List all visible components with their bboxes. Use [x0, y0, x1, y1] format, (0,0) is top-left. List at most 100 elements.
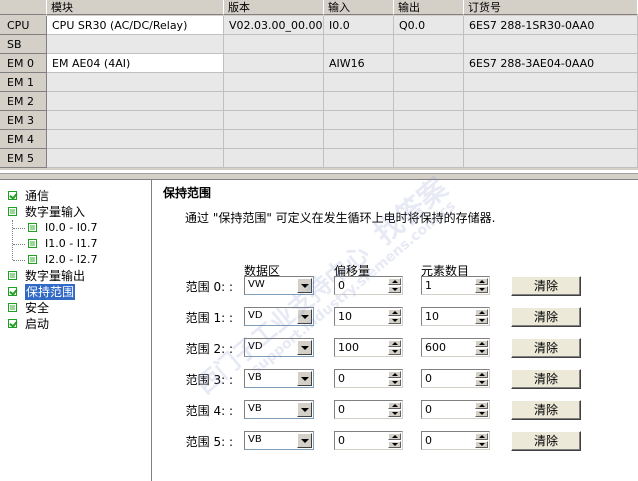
element-count-spinner[interactable]: 0: [421, 431, 490, 450]
header-output[interactable]: 输出: [394, 0, 464, 15]
cell-output[interactable]: [394, 73, 464, 92]
data-area-select[interactable]: VW: [244, 276, 314, 295]
table-row[interactable]: EM 5: [0, 149, 638, 168]
row-slot-label[interactable]: EM 3: [0, 111, 47, 130]
spin-down-icon[interactable]: [475, 410, 488, 417]
spin-down-icon[interactable]: [475, 348, 488, 355]
spin-up-icon[interactable]: [475, 402, 488, 409]
data-area-select[interactable]: VD: [244, 307, 314, 326]
cell-input[interactable]: [324, 111, 394, 130]
row-slot-label[interactable]: SB: [0, 35, 47, 54]
dropdown-arrow-icon[interactable]: [297, 371, 312, 386]
header-order-number[interactable]: 订货号: [464, 0, 638, 15]
spin-up-icon[interactable]: [475, 278, 488, 285]
clear-button[interactable]: 清除: [511, 338, 581, 358]
cell-order-number[interactable]: [464, 149, 638, 168]
cell-version[interactable]: [224, 35, 324, 54]
cell-order-number[interactable]: [464, 92, 638, 111]
cell-input[interactable]: AIW16: [324, 54, 394, 73]
dropdown-arrow-icon[interactable]: [297, 309, 312, 324]
element-count-spinner[interactable]: 10: [421, 307, 490, 326]
table-row[interactable]: EM 1: [0, 73, 638, 92]
cell-order-number[interactable]: 6ES7 288-1SR30-0AA0: [464, 16, 638, 35]
cell-module[interactable]: [47, 35, 224, 54]
spin-down-icon[interactable]: [388, 317, 401, 324]
element-count-spinner-value[interactable]: 10: [425, 310, 439, 323]
cell-version[interactable]: [224, 149, 324, 168]
clear-button[interactable]: 清除: [511, 276, 581, 296]
spin-up-icon[interactable]: [388, 371, 401, 378]
element-count-spinner-value[interactable]: 1: [425, 279, 432, 292]
cell-input[interactable]: [324, 92, 394, 111]
cell-order-number[interactable]: [464, 111, 638, 130]
spin-down-icon[interactable]: [475, 379, 488, 386]
offset-spinner-value[interactable]: 10: [338, 310, 352, 323]
dropdown-arrow-icon[interactable]: [297, 340, 312, 355]
element-count-spinner-value[interactable]: 0: [425, 403, 432, 416]
cell-order-number[interactable]: [464, 73, 638, 92]
offset-spinner-value[interactable]: 0: [338, 372, 345, 385]
cell-version[interactable]: [224, 92, 324, 111]
spin-up-icon[interactable]: [388, 278, 401, 285]
spin-up-icon[interactable]: [475, 340, 488, 347]
element-count-spinner[interactable]: 0: [421, 400, 490, 419]
offset-spinner[interactable]: 0: [334, 276, 403, 295]
table-row[interactable]: EM 4: [0, 130, 638, 149]
spin-down-icon[interactable]: [388, 441, 401, 448]
cell-output[interactable]: [394, 111, 464, 130]
offset-spinner[interactable]: 0: [334, 369, 403, 388]
data-area-select[interactable]: VD: [244, 338, 314, 357]
element-count-spinner-value[interactable]: 0: [425, 434, 432, 447]
cell-output[interactable]: [394, 92, 464, 111]
clear-button[interactable]: 清除: [511, 400, 581, 420]
spin-up-icon[interactable]: [475, 309, 488, 316]
spin-up-icon[interactable]: [475, 433, 488, 440]
offset-spinner[interactable]: 100: [334, 338, 403, 357]
spin-up-icon[interactable]: [388, 433, 401, 440]
element-count-spinner-value[interactable]: 600: [425, 341, 446, 354]
table-row[interactable]: EM 0 EM AE04 (4AI) AIW16 6ES7 288-3AE04-0AA…: [0, 54, 638, 73]
header-version[interactable]: 版本: [224, 0, 324, 15]
cell-module[interactable]: [47, 130, 224, 149]
cell-version[interactable]: [224, 130, 324, 149]
clear-button[interactable]: 清除: [511, 369, 581, 389]
offset-spinner-value[interactable]: 0: [338, 434, 345, 447]
cell-order-number[interactable]: [464, 130, 638, 149]
row-slot-label[interactable]: CPU: [0, 16, 47, 35]
cell-input[interactable]: [324, 149, 394, 168]
cell-output[interactable]: [394, 149, 464, 168]
row-slot-label[interactable]: EM 4: [0, 130, 47, 149]
cell-output[interactable]: [394, 130, 464, 149]
row-slot-label[interactable]: EM 0: [0, 54, 47, 73]
dropdown-arrow-icon[interactable]: [297, 402, 312, 417]
spin-down-icon[interactable]: [388, 379, 401, 386]
element-count-spinner-value[interactable]: 0: [425, 372, 432, 385]
cell-version[interactable]: [224, 73, 324, 92]
cell-module[interactable]: [47, 92, 224, 111]
table-row[interactable]: SB: [0, 35, 638, 54]
header-input[interactable]: 输入: [324, 0, 394, 15]
cell-output[interactable]: [394, 54, 464, 73]
spin-down-icon[interactable]: [388, 410, 401, 417]
cell-input[interactable]: [324, 130, 394, 149]
cell-module[interactable]: EM AE04 (4AI): [47, 54, 224, 73]
header-module[interactable]: 模块: [47, 0, 224, 15]
spin-up-icon[interactable]: [388, 309, 401, 316]
splitter[interactable]: [0, 173, 638, 180]
offset-spinner-value[interactable]: 0: [338, 403, 345, 416]
cell-module[interactable]: [47, 111, 224, 130]
offset-spinner[interactable]: 10: [334, 307, 403, 326]
cell-output[interactable]: Q0.0: [394, 16, 464, 35]
clear-button[interactable]: 清除: [511, 431, 581, 451]
row-slot-label[interactable]: EM 2: [0, 92, 47, 111]
element-count-spinner[interactable]: 1: [421, 276, 490, 295]
spin-down-icon[interactable]: [388, 286, 401, 293]
cell-version[interactable]: V02.03.00_00.00...: [224, 16, 324, 35]
data-area-select[interactable]: VB: [244, 431, 314, 450]
dropdown-arrow-icon[interactable]: [297, 278, 312, 293]
offset-spinner[interactable]: 0: [334, 400, 403, 419]
element-count-spinner[interactable]: 0: [421, 369, 490, 388]
cell-input[interactable]: [324, 73, 394, 92]
spin-up-icon[interactable]: [475, 371, 488, 378]
cell-module[interactable]: CPU SR30 (AC/DC/Relay): [47, 16, 224, 35]
